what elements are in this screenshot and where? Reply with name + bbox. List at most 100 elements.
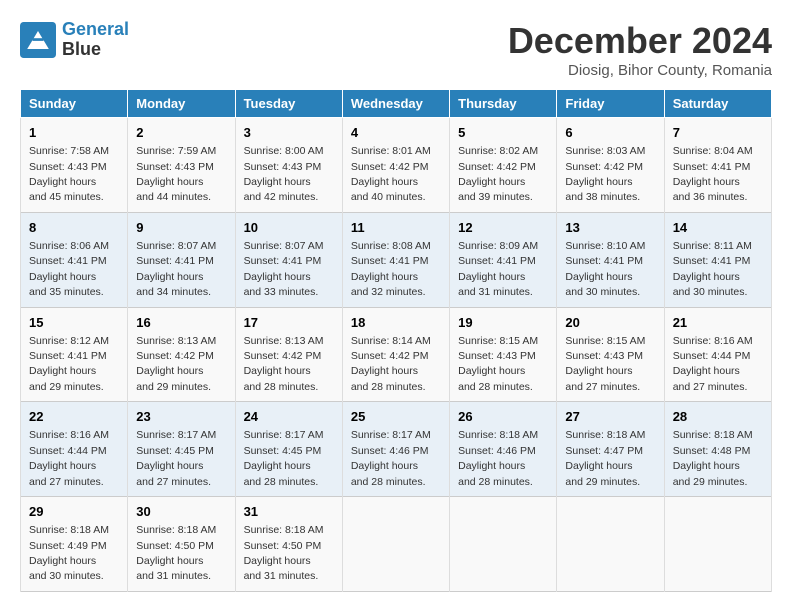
day-info: Sunrise: 7:58 AMSunset: 4:43 PMDaylight … bbox=[29, 145, 109, 203]
calendar-cell: 17 Sunrise: 8:13 AMSunset: 4:42 PMDayligh… bbox=[235, 307, 342, 402]
day-number: 17 bbox=[244, 314, 334, 332]
calendar-week-row: 15 Sunrise: 8:12 AMSunset: 4:41 PMDayligh… bbox=[21, 307, 772, 402]
calendar-cell: 14Sunrise: 8:11 AMSunset: 4:41 PMDayligh… bbox=[664, 212, 771, 307]
day-info: Sunrise: 8:17 AMSunset: 4:45 PMDaylight … bbox=[244, 429, 324, 487]
calendar-cell: 6 Sunrise: 8:03 AMSunset: 4:42 PMDaylight… bbox=[557, 118, 664, 213]
day-number: 21 bbox=[673, 314, 763, 332]
logo: General Blue bbox=[20, 20, 129, 60]
day-number: 6 bbox=[565, 124, 655, 142]
day-info: Sunrise: 8:16 AMSunset: 4:44 PMDaylight … bbox=[673, 335, 753, 393]
day-info: Sunrise: 8:15 AMSunset: 4:43 PMDaylight … bbox=[565, 335, 645, 393]
calendar-day-header: Tuesday bbox=[235, 90, 342, 118]
day-info: Sunrise: 8:18 AMSunset: 4:50 PMDaylight … bbox=[136, 524, 216, 582]
day-number: 29 bbox=[29, 503, 119, 521]
title-section: December 2024 Diosig, Bihor County, Roma… bbox=[508, 20, 772, 79]
day-info: Sunrise: 8:18 AMSunset: 4:46 PMDaylight … bbox=[458, 429, 538, 487]
day-info: Sunrise: 8:18 AMSunset: 4:50 PMDaylight … bbox=[244, 524, 324, 582]
day-number: 15 bbox=[29, 314, 119, 332]
calendar-day-header: Thursday bbox=[450, 90, 557, 118]
day-number: 24 bbox=[244, 408, 334, 426]
calendar-header-row: SundayMondayTuesdayWednesdayThursdayFrid… bbox=[21, 90, 772, 118]
day-info: Sunrise: 8:03 AMSunset: 4:42 PMDaylight … bbox=[565, 145, 645, 203]
day-number: 18 bbox=[351, 314, 441, 332]
day-info: Sunrise: 8:04 AMSunset: 4:41 PMDaylight … bbox=[673, 145, 753, 203]
day-number: 19 bbox=[458, 314, 548, 332]
logo-icon bbox=[20, 22, 56, 58]
day-info: Sunrise: 8:01 AMSunset: 4:42 PMDaylight … bbox=[351, 145, 431, 203]
calendar-cell: 23Sunrise: 8:17 AMSunset: 4:45 PMDayligh… bbox=[128, 402, 235, 497]
day-number: 20 bbox=[565, 314, 655, 332]
day-number: 23 bbox=[136, 408, 226, 426]
day-info: Sunrise: 8:18 AMSunset: 4:47 PMDaylight … bbox=[565, 429, 645, 487]
calendar-cell: 16 Sunrise: 8:13 AMSunset: 4:42 PMDayligh… bbox=[128, 307, 235, 402]
calendar-week-row: 8Sunrise: 8:06 AMSunset: 4:41 PMDaylight… bbox=[21, 212, 772, 307]
day-info: Sunrise: 8:11 AMSunset: 4:41 PMDaylight … bbox=[673, 240, 752, 298]
day-info: Sunrise: 8:08 AMSunset: 4:41 PMDaylight … bbox=[351, 240, 431, 298]
calendar-cell: 28 Sunrise: 8:18 AMSunset: 4:48 PMDayligh… bbox=[664, 402, 771, 497]
calendar-cell: 5 Sunrise: 8:02 AMSunset: 4:42 PMDaylight… bbox=[450, 118, 557, 213]
calendar-cell: 12 Sunrise: 8:09 AMSunset: 4:41 PMDayligh… bbox=[450, 212, 557, 307]
day-number: 26 bbox=[458, 408, 548, 426]
subtitle: Diosig, Bihor County, Romania bbox=[508, 62, 772, 79]
day-number: 9 bbox=[136, 219, 226, 237]
calendar-cell: 13Sunrise: 8:10 AMSunset: 4:41 PMDayligh… bbox=[557, 212, 664, 307]
day-info: Sunrise: 8:07 AMSunset: 4:41 PMDaylight … bbox=[244, 240, 324, 298]
calendar-day-header: Saturday bbox=[664, 90, 771, 118]
day-info: Sunrise: 8:18 AMSunset: 4:48 PMDaylight … bbox=[673, 429, 753, 487]
day-number: 11 bbox=[351, 219, 441, 237]
day-info: Sunrise: 8:16 AMSunset: 4:44 PMDaylight … bbox=[29, 429, 109, 487]
day-number: 3 bbox=[244, 124, 334, 142]
day-number: 31 bbox=[244, 503, 334, 521]
calendar-cell: 27 Sunrise: 8:18 AMSunset: 4:47 PMDayligh… bbox=[557, 402, 664, 497]
day-number: 27 bbox=[565, 408, 655, 426]
calendar-day-header: Wednesday bbox=[342, 90, 449, 118]
calendar-day-header: Friday bbox=[557, 90, 664, 118]
day-info: Sunrise: 8:12 AMSunset: 4:41 PMDaylight … bbox=[29, 335, 109, 393]
day-number: 16 bbox=[136, 314, 226, 332]
calendar-cell: 11 Sunrise: 8:08 AMSunset: 4:41 PMDayligh… bbox=[342, 212, 449, 307]
calendar-cell: 9 Sunrise: 8:07 AMSunset: 4:41 PMDaylight… bbox=[128, 212, 235, 307]
calendar-cell: 21 Sunrise: 8:16 AMSunset: 4:44 PMDayligh… bbox=[664, 307, 771, 402]
day-info: Sunrise: 8:07 AMSunset: 4:41 PMDaylight … bbox=[136, 240, 216, 298]
calendar-day-header: Sunday bbox=[21, 90, 128, 118]
day-number: 5 bbox=[458, 124, 548, 142]
calendar-cell: 2 Sunrise: 7:59 AMSunset: 4:43 PMDaylight… bbox=[128, 118, 235, 213]
logo-text: General Blue bbox=[62, 20, 129, 60]
calendar-cell: 7 Sunrise: 8:04 AMSunset: 4:41 PMDaylight… bbox=[664, 118, 771, 213]
calendar-cell: 8Sunrise: 8:06 AMSunset: 4:41 PMDaylight… bbox=[21, 212, 128, 307]
day-number: 4 bbox=[351, 124, 441, 142]
calendar-cell: 15 Sunrise: 8:12 AMSunset: 4:41 PMDayligh… bbox=[21, 307, 128, 402]
day-number: 1 bbox=[29, 124, 119, 142]
day-info: Sunrise: 7:59 AMSunset: 4:43 PMDaylight … bbox=[136, 145, 216, 203]
day-number: 12 bbox=[458, 219, 548, 237]
day-info: Sunrise: 8:02 AMSunset: 4:42 PMDaylight … bbox=[458, 145, 538, 203]
calendar-cell bbox=[557, 497, 664, 592]
calendar-cell: 31 Sunrise: 8:18 AMSunset: 4:50 PMDayligh… bbox=[235, 497, 342, 592]
calendar-cell: 18 Sunrise: 8:14 AMSunset: 4:42 PMDayligh… bbox=[342, 307, 449, 402]
calendar-cell bbox=[450, 497, 557, 592]
day-number: 22 bbox=[29, 408, 119, 426]
calendar-cell: 30 Sunrise: 8:18 AMSunset: 4:50 PMDayligh… bbox=[128, 497, 235, 592]
header: General Blue December 2024 Diosig, Bihor… bbox=[20, 20, 772, 79]
day-info: Sunrise: 8:18 AMSunset: 4:49 PMDaylight … bbox=[29, 524, 109, 582]
day-number: 8 bbox=[29, 219, 119, 237]
day-info: Sunrise: 8:13 AMSunset: 4:42 PMDaylight … bbox=[244, 335, 324, 393]
main-title: December 2024 bbox=[508, 20, 772, 62]
day-number: 28 bbox=[673, 408, 763, 426]
day-number: 7 bbox=[673, 124, 763, 142]
day-info: Sunrise: 8:00 AMSunset: 4:43 PMDaylight … bbox=[244, 145, 324, 203]
day-number: 30 bbox=[136, 503, 226, 521]
calendar-cell: 20 Sunrise: 8:15 AMSunset: 4:43 PMDayligh… bbox=[557, 307, 664, 402]
calendar-cell: 26 Sunrise: 8:18 AMSunset: 4:46 PMDayligh… bbox=[450, 402, 557, 497]
calendar-cell bbox=[342, 497, 449, 592]
day-info: Sunrise: 8:14 AMSunset: 4:42 PMDaylight … bbox=[351, 335, 431, 393]
day-number: 10 bbox=[244, 219, 334, 237]
calendar-cell bbox=[664, 497, 771, 592]
day-info: Sunrise: 8:09 AMSunset: 4:41 PMDaylight … bbox=[458, 240, 538, 298]
calendar-cell: 10 Sunrise: 8:07 AMSunset: 4:41 PMDayligh… bbox=[235, 212, 342, 307]
calendar-day-header: Monday bbox=[128, 90, 235, 118]
calendar-cell: 24 Sunrise: 8:17 AMSunset: 4:45 PMDayligh… bbox=[235, 402, 342, 497]
day-info: Sunrise: 8:13 AMSunset: 4:42 PMDaylight … bbox=[136, 335, 216, 393]
day-number: 2 bbox=[136, 124, 226, 142]
calendar-cell: 4 Sunrise: 8:01 AMSunset: 4:42 PMDaylight… bbox=[342, 118, 449, 213]
